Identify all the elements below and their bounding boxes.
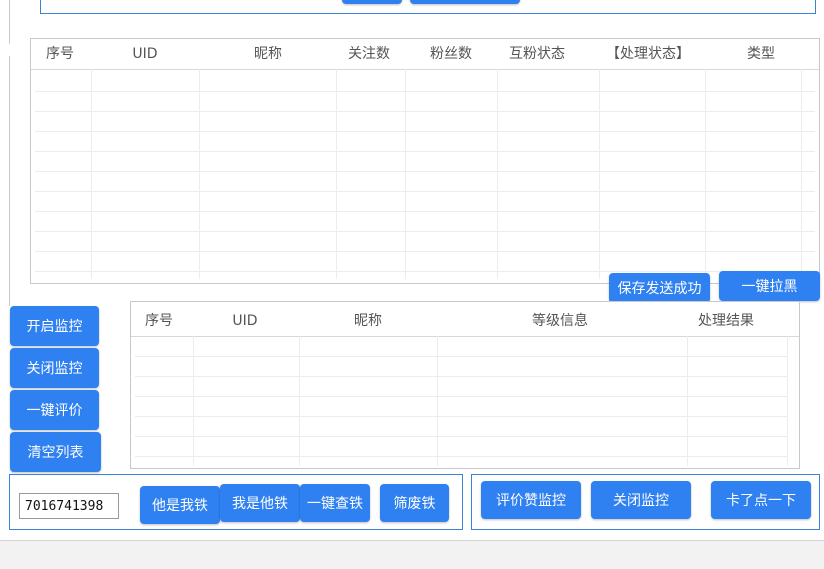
- fans-grid-hline: [35, 271, 815, 272]
- fans-col-followers: 粉丝数: [430, 46, 472, 62]
- comment-col-index: 序号: [145, 313, 173, 329]
- comment-grid-hline: [135, 356, 787, 357]
- fans-grid-hline: [35, 111, 815, 112]
- comment-col-result: 处理结果: [698, 313, 754, 329]
- fans-grid-hline: [35, 171, 815, 172]
- fans-grid-hline: [35, 91, 815, 92]
- fans-col-nickname: 昵称: [254, 46, 282, 62]
- clear-list-button[interactable]: 清空列表: [10, 432, 101, 472]
- stop-monitor-button-2[interactable]: 关闭监控: [591, 481, 691, 519]
- fans-grid-vline: [91, 69, 92, 279]
- uid-input[interactable]: [19, 493, 119, 519]
- fans-grid-vline: [336, 69, 337, 279]
- stop-monitor-button[interactable]: 关闭监控: [10, 348, 99, 388]
- like-monitor-button[interactable]: 评价赞监控: [481, 481, 581, 519]
- save-sent-success-button[interactable]: 保存发送成功: [609, 273, 710, 303]
- i-am-his-fan-button[interactable]: 我是他铁: [220, 484, 300, 522]
- fans-table-header: 序号 UID 昵称 关注数 粉丝数 互粉状态 【处理状态】 类型: [31, 39, 819, 70]
- fans-grid-vline: [801, 69, 802, 279]
- comment-col-uid: UID: [232, 313, 258, 329]
- comment-col-nickname: 昵称: [354, 313, 382, 329]
- one-click-block-button[interactable]: 一键拉黑: [719, 271, 820, 301]
- window-bottom-edge: [0, 540, 824, 569]
- filter-fans-button[interactable]: 筛废铁: [380, 484, 449, 522]
- comment-table[interactable]: 序号 UID 昵称 等级信息 处理结果: [130, 301, 800, 469]
- fans-grid-vline: [405, 69, 406, 279]
- comment-col-level: 等级信息: [532, 313, 588, 329]
- comment-table-header: 序号 UID 昵称 等级信息 处理结果: [131, 302, 799, 337]
- top-button-2[interactable]: [410, 0, 520, 4]
- fans-col-status: 【处理状态】: [606, 46, 690, 62]
- comment-grid-hline: [135, 416, 787, 417]
- stuck-click-button[interactable]: 卡了点一下: [711, 481, 811, 519]
- fans-table[interactable]: 序号 UID 昵称 关注数 粉丝数 互粉状态 【处理状态】 类型: [30, 38, 820, 284]
- comment-grid-hline: [135, 436, 787, 437]
- he-is-my-fan-button[interactable]: 他是我铁: [140, 486, 220, 524]
- fans-grid-hline: [35, 211, 815, 212]
- fans-grid-hline: [35, 131, 815, 132]
- comment-grid-hline: [135, 376, 787, 377]
- left-edge-frame-mid: [0, 56, 10, 306]
- one-click-check-button[interactable]: 一键查铁: [300, 484, 370, 522]
- comment-grid-vline: [787, 336, 788, 466]
- comment-grid-hline: [135, 396, 787, 397]
- fans-col-index: 序号: [46, 46, 74, 62]
- one-click-review-button[interactable]: 一键评价: [10, 390, 99, 430]
- left-edge-frame-top: [0, 0, 10, 44]
- fans-grid-hline: [35, 231, 815, 232]
- fans-grid-vline: [599, 69, 600, 279]
- start-monitor-button[interactable]: 开启监控: [10, 306, 99, 346]
- fans-col-mutual: 互粉状态: [509, 46, 565, 62]
- fans-col-uid: UID: [132, 46, 158, 62]
- top-button-1[interactable]: [342, 0, 402, 4]
- fans-grid-hline: [35, 151, 815, 152]
- fans-grid-vline: [199, 69, 200, 279]
- fans-grid-vline: [497, 69, 498, 279]
- comment-grid-hline: [135, 456, 787, 457]
- fans-col-type: 类型: [747, 46, 775, 62]
- fans-grid-vline: [705, 69, 706, 279]
- fans-grid-hline: [35, 191, 815, 192]
- fans-col-following: 关注数: [348, 46, 390, 62]
- fans-grid-hline: [35, 251, 815, 252]
